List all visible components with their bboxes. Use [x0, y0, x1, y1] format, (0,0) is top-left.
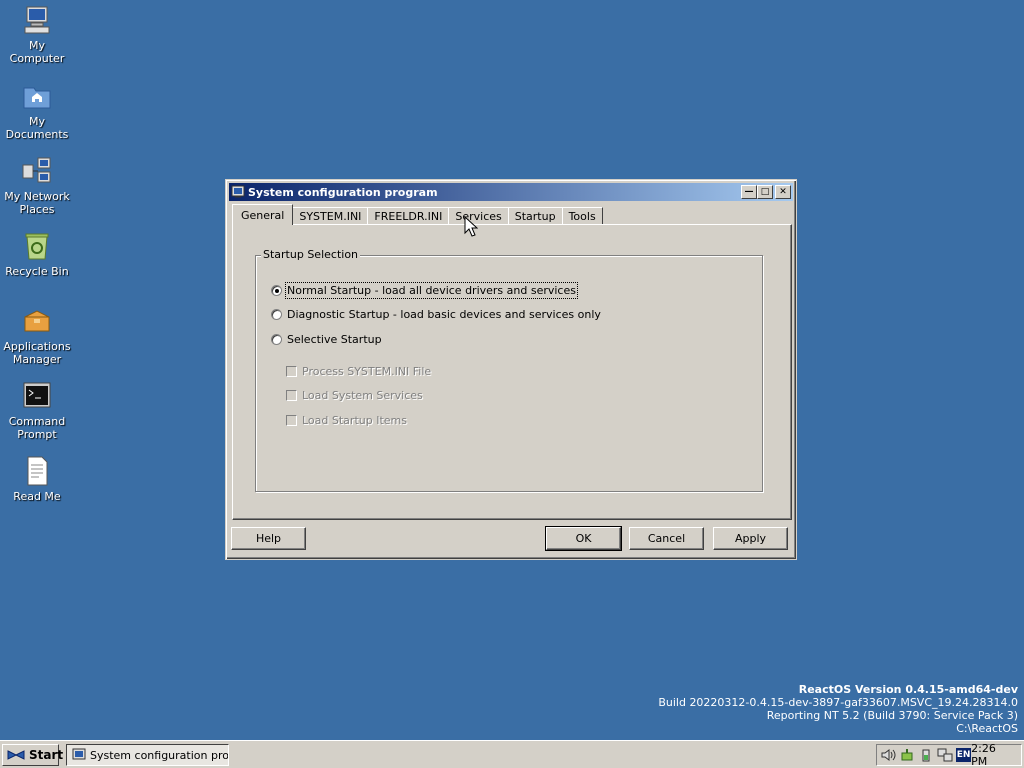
network-places-icon [21, 155, 53, 187]
tab-label: General [241, 208, 285, 222]
task-label: System configuration progr... [90, 748, 229, 762]
button-label: Help [255, 532, 282, 545]
taskbar: Start System configuration progr... EN 2… [0, 740, 1024, 768]
system-configuration-window: System configuration program — □ ✕ Gener… [225, 179, 797, 560]
folder-documents-icon [21, 80, 53, 112]
radio-normal-startup[interactable]: Normal Startup - load all device drivers… [271, 282, 578, 299]
button-label: Cancel [647, 532, 686, 545]
tab-general[interactable]: General [232, 204, 294, 225]
maximize-icon: □ [760, 186, 770, 197]
checkbox-load-system-services[interactable]: Load System Services [286, 389, 423, 402]
title-bar[interactable]: System configuration program — □ ✕ [229, 183, 793, 201]
desktop-icon-applications-manager[interactable]: Applications Manager [0, 305, 74, 366]
tab-freeldr-ini[interactable]: FREELDR.INI [367, 207, 450, 225]
msconfig-app-icon [72, 748, 86, 762]
start-logo-icon [6, 747, 26, 763]
tab-system-ini[interactable]: SYSTEM.INI [292, 207, 369, 225]
radio-selected-indicator [271, 285, 282, 296]
clock[interactable]: 2:26 PM [971, 742, 1013, 768]
build-line: Build 20220312-0.4.15-dev-3897-gaf33607.… [658, 696, 1018, 709]
radio-label: Diagnostic Startup - load basic devices … [287, 308, 601, 321]
desktop-icon-command-prompt[interactable]: Command Prompt [0, 380, 74, 441]
mouse-cursor-icon [464, 215, 479, 241]
language-indicator[interactable]: EN [956, 748, 972, 762]
button-label: Apply [734, 532, 767, 545]
radio-indicator [271, 309, 282, 320]
path-line: C:\ReactOS [956, 722, 1018, 735]
radio-label: Normal Startup - load all device drivers… [285, 282, 578, 299]
tab-services[interactable]: Services [448, 207, 509, 225]
button-label: OK [575, 532, 592, 545]
ok-button[interactable]: OK [545, 526, 622, 551]
computer-icon [21, 4, 53, 36]
checkbox-box [286, 390, 297, 401]
checkbox-box [286, 366, 297, 377]
volume-icon[interactable] [880, 747, 896, 763]
power-icon[interactable] [918, 747, 934, 763]
reporting-line: Reporting NT 5.2 (Build 3790: Service Pa… [766, 709, 1018, 722]
version-info: ReactOS Version 0.4.15-amd64-dev Build 2… [658, 683, 1018, 735]
start-label: Start [29, 748, 64, 762]
tab-label: FREELDR.INI [374, 210, 443, 223]
startup-selection-group: Startup Selection Normal Startup - load … [255, 248, 763, 492]
checkbox-load-startup-items[interactable]: Load Startup Items [286, 414, 407, 427]
tab-label: Startup [514, 210, 556, 223]
applications-manager-icon [21, 305, 53, 337]
close-button[interactable]: ✕ [775, 185, 791, 199]
radio-label: Selective Startup [287, 333, 382, 346]
recycle-bin-icon [21, 230, 53, 262]
msconfig-app-icon [231, 185, 245, 199]
document-icon [21, 455, 53, 487]
safely-remove-hardware-icon[interactable] [899, 747, 915, 763]
cancel-button[interactable]: Cancel [629, 527, 704, 550]
radio-diagnostic-startup[interactable]: Diagnostic Startup - load basic devices … [271, 308, 601, 321]
maximize-button[interactable]: □ [757, 185, 773, 199]
start-button[interactable]: Start [2, 744, 63, 766]
version-line: ReactOS Version 0.4.15-amd64-dev [798, 683, 1018, 696]
close-icon: ✕ [779, 186, 787, 197]
minimize-button[interactable]: — [741, 185, 757, 199]
taskbar-button-system-configuration[interactable]: System configuration progr... [66, 744, 229, 766]
tab-startup[interactable]: Startup [507, 207, 563, 225]
command-prompt-icon [21, 380, 53, 412]
radio-selective-startup[interactable]: Selective Startup [271, 333, 382, 346]
checkbox-label: Load Startup Items [302, 414, 407, 427]
window-title: System configuration program [248, 185, 438, 199]
checkbox-label: Load System Services [302, 389, 423, 402]
desktop-icon-recycle-bin[interactable]: Recycle Bin [0, 230, 74, 278]
minimize-icon: — [744, 186, 754, 197]
tab-label: Tools [568, 210, 596, 223]
tab-tools[interactable]: Tools [561, 207, 603, 225]
network-icon[interactable] [937, 747, 953, 763]
desktop-icon-read-me[interactable]: Read Me [0, 455, 74, 503]
radio-indicator [271, 334, 282, 345]
tab-strip: General SYSTEM.INI FREELDR.INI Services … [232, 204, 603, 225]
checkbox-process-system-ini[interactable]: Process SYSTEM.INI File [286, 365, 431, 378]
help-button[interactable]: Help [231, 527, 306, 550]
tab-label: Services [455, 210, 502, 223]
apply-button[interactable]: Apply [713, 527, 788, 550]
group-title: Startup Selection [261, 248, 361, 261]
checkbox-box [286, 415, 297, 426]
desktop-icon-my-network-places[interactable]: My Network Places [0, 155, 74, 216]
system-tray: EN 2:26 PM [876, 742, 1022, 768]
general-tab-panel: Startup Selection Normal Startup - load … [232, 224, 792, 520]
desktop-icon-my-computer[interactable]: My Computer [0, 4, 74, 65]
checkbox-label: Process SYSTEM.INI File [302, 365, 432, 378]
desktop-icon-my-documents[interactable]: My Documents [0, 80, 74, 141]
tab-label: SYSTEM.INI [299, 210, 362, 223]
